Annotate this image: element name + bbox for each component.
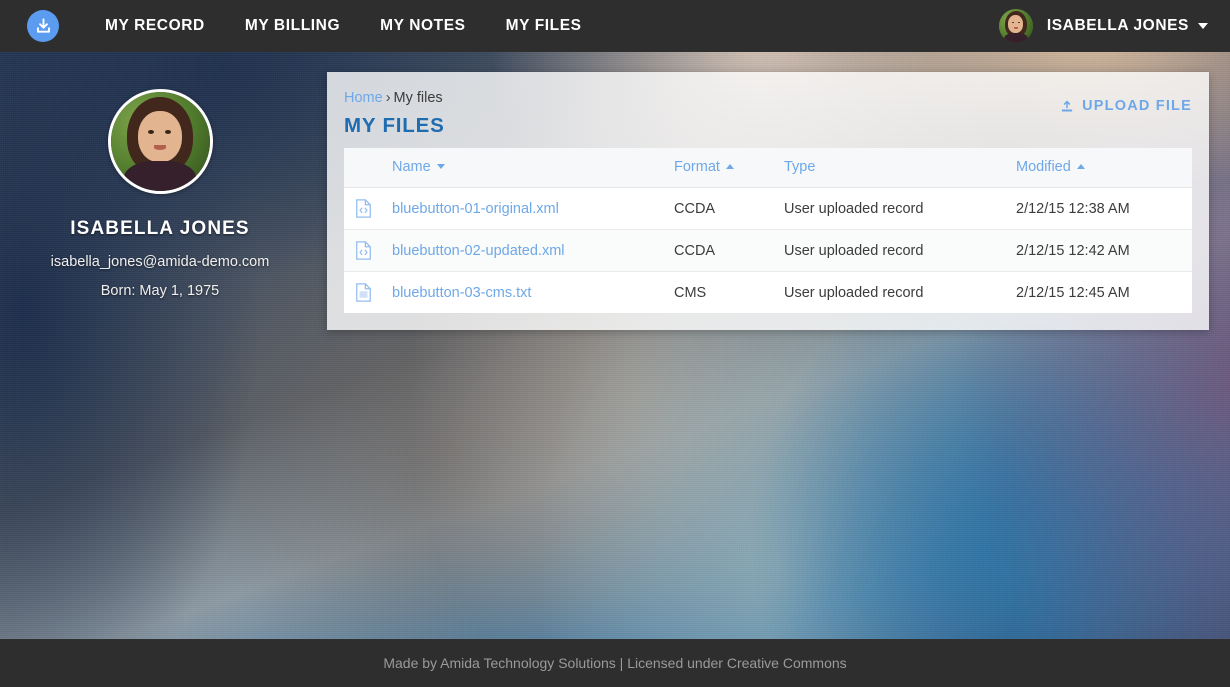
- column-header-type-label: Type: [784, 159, 816, 175]
- sort-asc-icon: [725, 163, 734, 169]
- avatar: [998, 9, 1033, 43]
- file-type-cell: User uploaded record: [784, 187, 1016, 230]
- panel-header: Home › My files MY FILES UPLOAD FILE: [327, 72, 1209, 148]
- column-header-modified[interactable]: Modified: [1016, 148, 1192, 188]
- table-row[interactable]: bluebutton-02-updated.xml CCDA User uplo…: [344, 229, 1192, 272]
- page-footer: Made by Amida Technology Solutions | Lic…: [0, 639, 1230, 687]
- file-link[interactable]: bluebutton-01-original.xml: [392, 201, 559, 217]
- file-link[interactable]: bluebutton-03-cms.txt: [392, 285, 531, 301]
- app-root: MY RECORD MY BILLING MY NOTES MY FILES I…: [0, 0, 1230, 687]
- column-header-icon: [344, 148, 392, 188]
- sort-asc-icon: [1076, 163, 1085, 169]
- profile-sidebar: ISABELLA JONES isabella_jones@amida-demo…: [0, 52, 320, 299]
- file-format-cell: CCDA: [674, 187, 784, 230]
- file-text-icon: [344, 272, 392, 314]
- breadcrumb-home[interactable]: Home: [344, 90, 383, 106]
- file-code-icon: [344, 229, 392, 272]
- upload-file-label: UPLOAD FILE: [1082, 98, 1192, 114]
- download-circle-icon[interactable]: [27, 10, 59, 42]
- files-table-head: Name Format Type Modified: [344, 148, 1192, 188]
- chevron-down-icon: [1198, 23, 1208, 29]
- file-link[interactable]: bluebutton-02-updated.xml: [392, 243, 565, 259]
- profile-born-date: Born: May 1, 1975: [100, 283, 220, 299]
- user-menu-label: ISABELLA JONES: [1046, 17, 1189, 34]
- profile-photo: [107, 89, 213, 194]
- table-row[interactable]: bluebutton-03-cms.txt CMS User uploaded …: [344, 272, 1192, 314]
- breadcrumb-separator: ›: [385, 90, 391, 106]
- nav-link-my-record[interactable]: MY RECORD: [85, 17, 225, 35]
- file-modified-cell: 2/12/15 12:42 AM: [1016, 229, 1192, 272]
- file-format-cell: CMS: [674, 284, 707, 301]
- column-header-modified-label: Modified: [1016, 159, 1071, 175]
- nav-link-my-billing[interactable]: MY BILLING: [225, 17, 360, 35]
- page-title: MY FILES: [344, 114, 445, 137]
- file-type-cell: User uploaded record: [784, 284, 924, 301]
- user-menu[interactable]: ISABELLA JONES: [998, 9, 1208, 43]
- upload-icon: [1060, 99, 1082, 114]
- table-header-row: Name Format Type Modified: [344, 148, 1192, 188]
- column-header-name-label: Name: [392, 159, 431, 175]
- file-format-cell: CCDA: [674, 229, 784, 272]
- column-header-format-label: Format: [674, 159, 720, 175]
- profile-name: ISABELLA JONES: [70, 218, 250, 239]
- upload-file-button[interactable]: UPLOAD FILE: [1060, 98, 1192, 114]
- files-table-body: bluebutton-01-original.xml CCDA User upl…: [344, 187, 1192, 314]
- profile-email: isabella_jones@amida-demo.com: [50, 254, 270, 270]
- file-modified-cell: 2/12/15 12:45 AM: [1016, 284, 1130, 301]
- column-header-type[interactable]: Type: [784, 148, 1016, 188]
- file-type-cell: User uploaded record: [784, 229, 1016, 272]
- file-name-cell: bluebutton-02-updated.xml: [392, 229, 674, 272]
- file-name-cell: bluebutton-03-cms.txt: [392, 272, 674, 314]
- file-name-cell: bluebutton-01-original.xml: [392, 187, 674, 230]
- column-header-format[interactable]: Format: [674, 148, 784, 188]
- breadcrumb-current: My files: [393, 90, 443, 106]
- sort-desc-icon: [436, 163, 445, 169]
- files-table: Name Format Type Modified bluebutton-01-…: [344, 148, 1192, 313]
- primary-nav: MY RECORD MY BILLING MY NOTES MY FILES: [85, 17, 602, 35]
- my-files-panel: Home › My files MY FILES UPLOAD FILE Nam…: [327, 72, 1209, 330]
- nav-link-my-files[interactable]: MY FILES: [486, 17, 602, 35]
- footer-text: Made by Amida Technology Solutions | Lic…: [383, 655, 847, 671]
- file-code-icon: [344, 187, 392, 230]
- top-navbar: MY RECORD MY BILLING MY NOTES MY FILES I…: [0, 0, 1230, 52]
- nav-link-my-notes[interactable]: MY NOTES: [360, 17, 485, 35]
- column-header-name[interactable]: Name: [392, 148, 674, 188]
- table-row[interactable]: bluebutton-01-original.xml CCDA User upl…: [344, 187, 1192, 230]
- file-modified-cell: 2/12/15 12:38 AM: [1016, 187, 1192, 230]
